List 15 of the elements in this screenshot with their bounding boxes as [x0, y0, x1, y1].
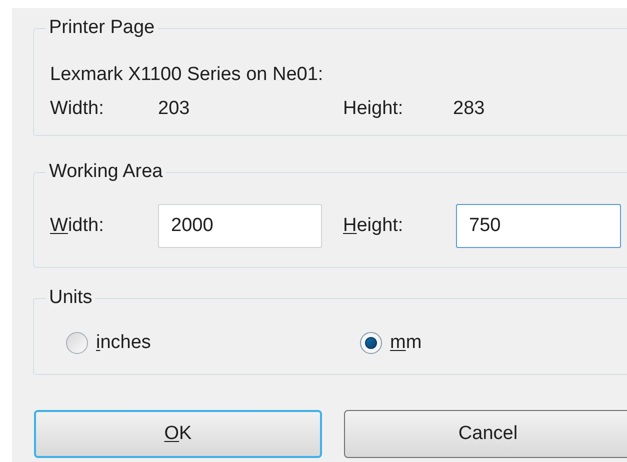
ok-button[interactable]: OK	[34, 410, 322, 458]
width-field[interactable]: 2000	[158, 204, 322, 248]
width-value: 203	[158, 97, 191, 121]
radio-button[interactable]	[66, 332, 88, 354]
radio-label[interactable]: inches	[96, 329, 151, 358]
height-label: Height:	[343, 214, 404, 238]
printer-name: Lexmark X1100 Series on Ne01:	[50, 63, 324, 87]
width-label: Width:	[50, 214, 105, 238]
cancel-button[interactable]: Cancel	[344, 410, 627, 458]
height-value: 283	[453, 97, 485, 121]
radio-button[interactable]	[360, 332, 382, 354]
width-label: Width:	[50, 97, 105, 121]
radio-label[interactable]: mm	[390, 329, 422, 358]
height-field[interactable]: 750	[456, 204, 621, 248]
height-label: Height:	[343, 97, 404, 121]
